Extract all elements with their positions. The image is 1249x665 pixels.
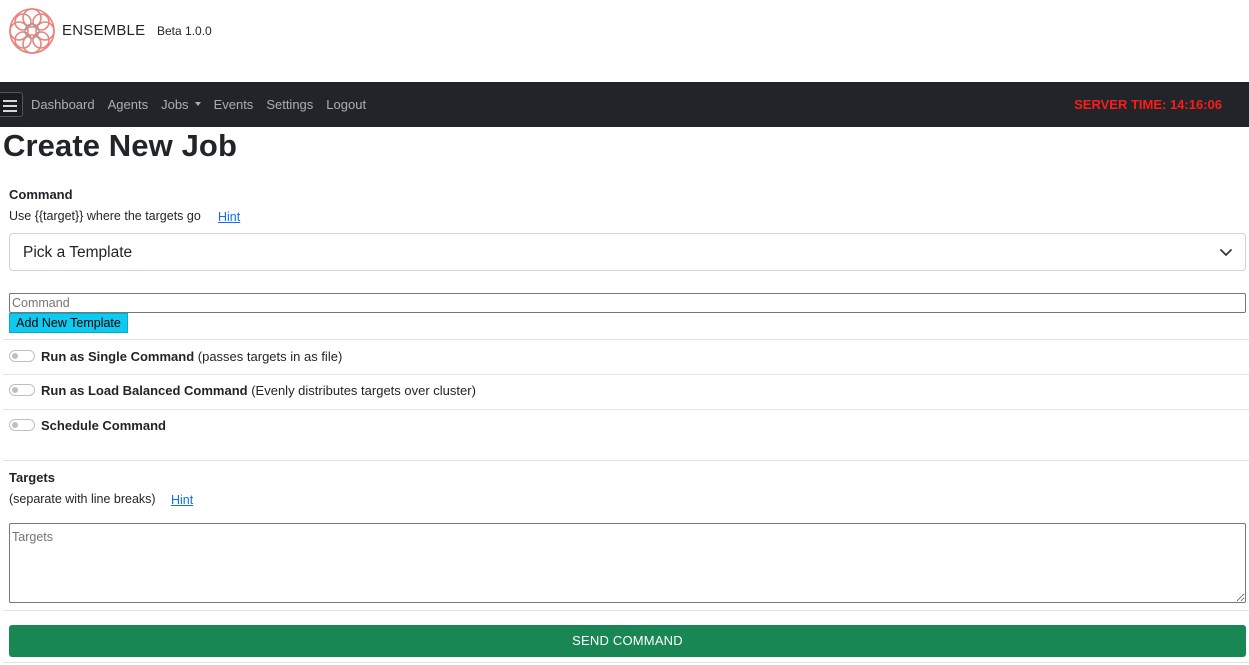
nav-links: Dashboard Agents Jobs Events Settings Lo… (31, 82, 366, 127)
caret-down-icon (194, 102, 201, 107)
single-command-title: Run as Single Command (41, 349, 195, 364)
load-balanced-toggle[interactable] (9, 384, 35, 396)
single-command-description: (passes targets in as file) (197, 349, 343, 364)
send-command-button[interactable]: SEND COMMAND (9, 625, 1246, 657)
command-hint-link[interactable]: Hint (218, 210, 240, 224)
targets-label: Targets (9, 470, 55, 485)
schedule-command-toggle[interactable] (9, 419, 35, 431)
chevron-down-icon (1220, 249, 1232, 256)
divider (3, 374, 1249, 375)
brand-header: ENSEMBLE Beta 1.0.0 (0, 0, 1249, 82)
template-select[interactable]: Pick a Template (9, 233, 1246, 271)
targets-hint-link[interactable]: Hint (171, 493, 193, 507)
targets-textarea[interactable] (9, 523, 1246, 603)
nav-link-dashboard[interactable]: Dashboard (31, 97, 95, 112)
command-input[interactable] (9, 293, 1246, 313)
divider (3, 339, 1249, 340)
schedule-command-option: Schedule Command (41, 418, 166, 433)
load-balanced-title: Run as Load Balanced Command (41, 383, 248, 398)
server-time: SERVER TIME: 14:16:06 (1074, 97, 1222, 112)
load-balanced-description: (Evenly distributes targets over cluster… (251, 383, 476, 398)
divider (3, 409, 1249, 410)
nav-link-logout[interactable]: Logout (326, 97, 366, 112)
flower-knot-logo-icon (9, 8, 55, 54)
divider (3, 460, 1249, 461)
divider (3, 662, 1249, 663)
nav-link-jobs[interactable]: Jobs (161, 97, 188, 112)
top-navbar: Dashboard Agents Jobs Events Settings Lo… (0, 82, 1249, 127)
nav-link-agents[interactable]: Agents (108, 97, 148, 112)
nav-link-settings[interactable]: Settings (266, 97, 313, 112)
schedule-command-title: Schedule Command (41, 418, 166, 433)
nav-link-events[interactable]: Events (214, 97, 254, 112)
command-help-text: Use {{target}} where the targets go (9, 209, 201, 223)
brand-version: Beta 1.0.0 (157, 24, 212, 38)
add-new-template-button[interactable]: Add New Template (9, 313, 128, 333)
brand-name: ENSEMBLE (62, 22, 146, 39)
single-command-option: Run as Single Command (passes targets in… (41, 349, 342, 364)
divider (3, 610, 1249, 611)
nav-link-jobs-dropdown[interactable]: Jobs (161, 96, 201, 114)
page-title: Create New Job (3, 128, 237, 163)
hamburger-menu-icon[interactable] (0, 92, 23, 117)
template-select-value: Pick a Template (23, 244, 133, 261)
targets-help-text: (separate with line breaks) (9, 492, 156, 506)
single-command-toggle[interactable] (9, 350, 35, 362)
command-label: Command (9, 187, 73, 202)
load-balanced-option: Run as Load Balanced Command (Evenly dis… (41, 383, 476, 398)
